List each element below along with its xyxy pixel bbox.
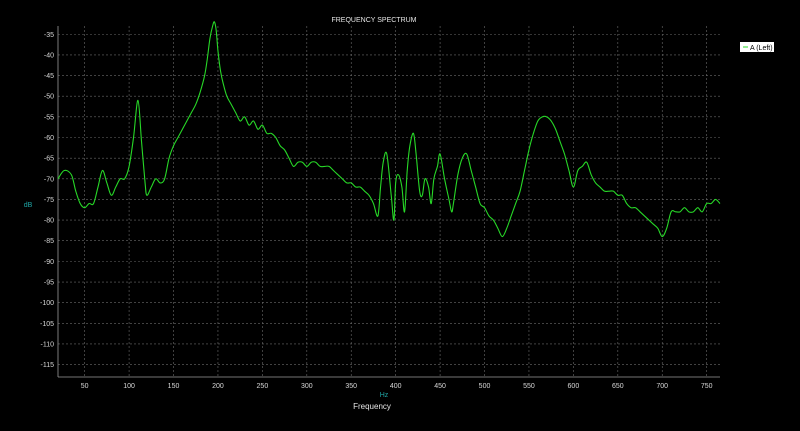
chart-title: FREQUENCY SPECTRUM: [331, 17, 416, 24]
chart-background: [0, 0, 800, 426]
frequency-spectrum-chart: -35 -40 -45 -50 -55 -60 -65 -70 -75 -80 -85 -90 -95 -…: [0, 0, 800, 426]
x-tick-label: 400: [390, 383, 402, 390]
y-tick-label: -70: [44, 176, 54, 183]
y-tick-label: -85: [44, 238, 54, 245]
y-tick-label: -65: [44, 156, 54, 163]
y-tick-label: -40: [44, 52, 54, 59]
x-tick-label: 200: [212, 383, 224, 390]
x-tick-label: 150: [168, 383, 180, 390]
x-tick-labels: 50 100 150 200 250 300 350 400 450 500 550 600 650 70…: [81, 383, 713, 390]
y-tick-label: -55: [44, 114, 54, 121]
y-tick-label: -90: [44, 259, 54, 266]
x-tick-label: 450: [434, 383, 446, 390]
x-tick-label: 500: [479, 383, 491, 390]
chart-svg: -35 -40 -45 -50 -55 -60 -65 -70 -75 -80 -85 -90 -95 -…: [0, 0, 800, 426]
y-tick-label: -95: [44, 280, 54, 287]
x-tick-label: 650: [612, 383, 624, 390]
y-unit-label: dB: [24, 202, 33, 209]
x-tick-label: 250: [257, 383, 269, 390]
y-tick-label: -45: [44, 73, 54, 80]
x-tick-label: 550: [523, 383, 535, 390]
legend-entry-label: A (Left): [750, 45, 773, 52]
x-tick-label: 50: [81, 383, 89, 390]
legend[interactable]: A (Left): [740, 42, 774, 52]
x-tick-label: 750: [701, 383, 713, 390]
y-tick-label: -35: [44, 32, 54, 39]
x-axis-label: Frequency: [353, 402, 391, 411]
y-tick-label: -80: [44, 218, 54, 225]
x-tick-label: 700: [656, 383, 668, 390]
x-tick-label: 100: [123, 383, 135, 390]
x-tick-label: 300: [301, 383, 313, 390]
y-tick-label: -105: [40, 321, 54, 328]
y-tick-label: -50: [44, 94, 54, 101]
y-tick-label: -60: [44, 135, 54, 142]
x-tick-label: 350: [345, 383, 357, 390]
y-tick-label: -115: [41, 362, 55, 369]
y-tick-label: -100: [40, 300, 54, 307]
x-tick-label: 600: [568, 383, 580, 390]
y-tick-label: -75: [44, 197, 54, 204]
x-unit-label: Hz: [380, 392, 389, 399]
y-tick-label: -110: [41, 341, 55, 348]
